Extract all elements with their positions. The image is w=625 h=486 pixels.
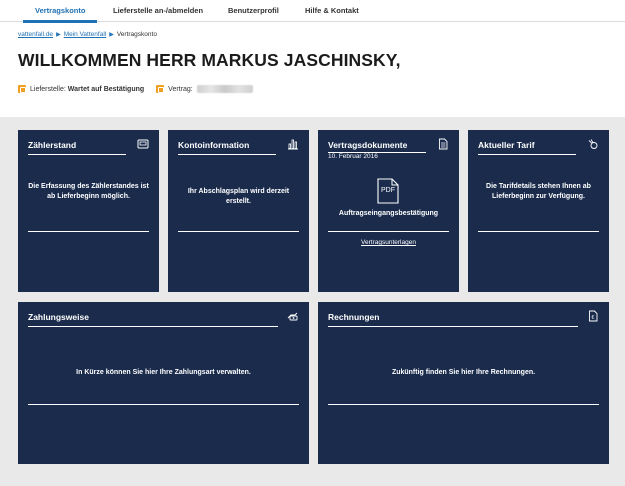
payment-icon [287, 310, 299, 322]
tab-vertragskonto[interactable]: Vertragskonto [22, 0, 98, 23]
card-title: Zahlungsweise [28, 312, 89, 322]
meter-icon [137, 138, 149, 150]
document-link-auftragseingang[interactable]: Auftragseingangsbestätigung [328, 209, 449, 219]
plug-icon [587, 138, 599, 150]
breadcrumb: vattenfall.de ▶ Mein Vattenfall ▶ Vertragsko… [18, 31, 157, 38]
document-date: 10. Februar 2016 [328, 153, 378, 160]
account-status-line: Lieferstelle: Wartet auf Bestätigung Ver… [18, 85, 253, 93]
tab-lieferstelle[interactable]: Lieferstelle an-/abmelden [113, 0, 203, 22]
bar-chart-icon [287, 138, 299, 150]
card-title: Zählerstand [28, 140, 77, 150]
pdf-label: PDF [381, 187, 395, 194]
card-text: Zukünftig finden Sie hier Ihre Rechnunge… [391, 369, 536, 376]
lieferstelle-label: Lieferstelle: [30, 85, 66, 93]
card-zahlungsweise: Zahlungsweise In Kürze können Sie hier I… [18, 302, 309, 464]
lieferstelle-value: Wartet auf Bestätigung [67, 85, 145, 93]
tab-hilfe-kontakt[interactable]: Hilfe & Kontakt [305, 0, 359, 22]
document-icon [437, 138, 449, 150]
vertrag-icon [156, 85, 165, 93]
top-navigation: Vertragskonto Lieferstelle an-/abmelden … [0, 0, 625, 23]
breadcrumb-home-link[interactable]: vattenfall.de [18, 31, 53, 38]
card-title: Vertragsdokumente [328, 140, 408, 150]
card-text: Ihr Abschlagsplan wird derzeit erstellt. [187, 188, 290, 205]
card-aktueller-tarif: Aktueller Tarif Die Tarifdetails stehen … [468, 130, 609, 292]
invoice-icon: € [587, 310, 599, 322]
breadcrumb-mein-vattenfall-link[interactable]: Mein Vattenfall [64, 31, 107, 38]
lieferstelle-icon [18, 85, 26, 93]
card-vertragsdokumente: Vertragsdokumente 10. Februar 2016 PDF A… [318, 130, 459, 292]
card-title: Kontoinformation [178, 140, 250, 150]
svg-text:€: € [591, 315, 594, 321]
vertrag-number-redacted [196, 85, 253, 93]
vertragsunterlagen-link[interactable]: Vertragsunterlagen [318, 239, 459, 246]
card-zaehlerstand: Zählerstand Die Erfassung des Zählerstan… [18, 130, 159, 292]
card-text: Die Erfassung des Zählerstandes ist ab L… [28, 183, 149, 200]
card-title: Aktueller Tarif [478, 140, 535, 150]
tab-benutzerprofil[interactable]: Benutzerprofil [228, 0, 279, 22]
breadcrumb-arrow-icon: ▶ [56, 32, 61, 38]
breadcrumb-current: Vertragskonto [116, 31, 157, 38]
breadcrumb-arrow-icon: ▶ [109, 32, 114, 38]
card-rechnungen: Rechnungen € Zukünftig finden Sie hier I… [318, 302, 609, 464]
card-title: Rechnungen [328, 312, 380, 322]
card-text: Die Tarifdetails stehen Ihnen ab Lieferb… [486, 183, 591, 200]
vertrag-label: Vertrag: [168, 85, 193, 93]
dashboard-panel: Zählerstand Die Erfassung des Zählerstan… [0, 117, 625, 486]
card-text: In Kürze können Sie hier Ihre Zahlungsar… [76, 369, 251, 376]
pdf-icon[interactable]: PDF [377, 178, 399, 204]
page-title: WILLKOMMEN HERR MARKUS JASCHINSKY, [18, 50, 401, 70]
card-kontoinformation: Kontoinformation Ihr Abschlagsplan wird … [168, 130, 309, 292]
